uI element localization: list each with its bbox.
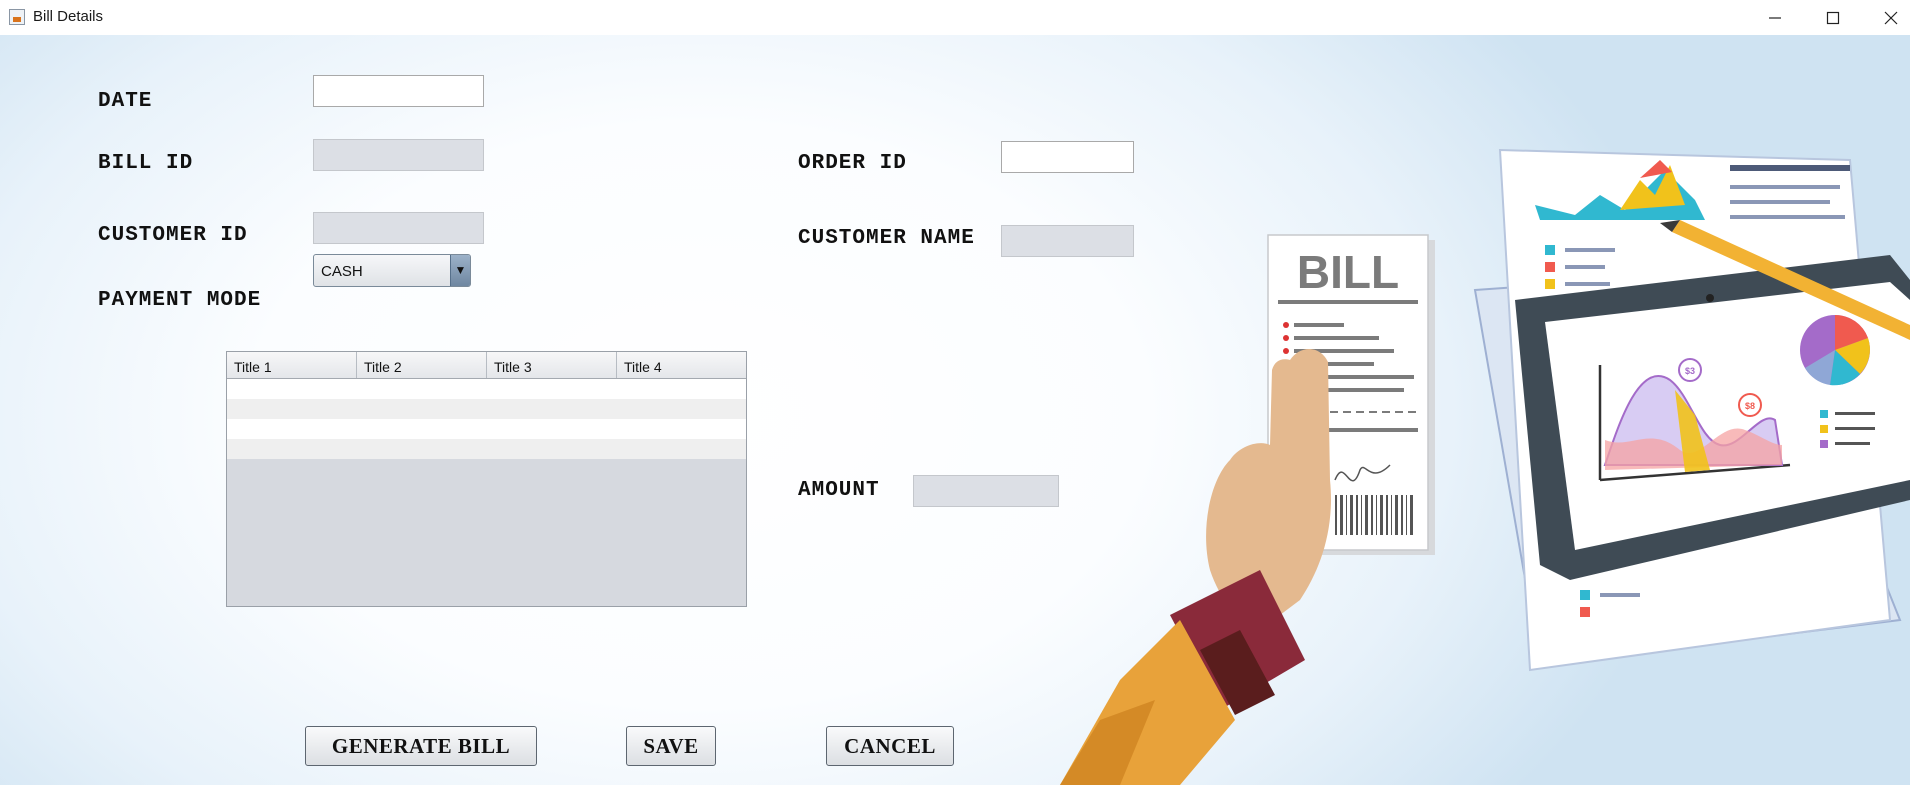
legend-swatch	[1580, 607, 1590, 617]
legend-text-line	[1565, 248, 1615, 252]
title-bar: Bill Details	[0, 0, 1910, 35]
maximize-icon	[1826, 11, 1840, 24]
date-input[interactable]	[313, 75, 484, 107]
table-header: Title 1 Title 2 Title 3 Title 4	[227, 352, 746, 379]
legend-swatch	[1580, 590, 1590, 600]
table-row[interactable]	[227, 399, 746, 419]
bill-items-table[interactable]: Title 1 Title 2 Title 3 Title 4	[226, 351, 747, 607]
report-text-line	[1730, 185, 1840, 189]
customer-id-label: CUSTOMER ID	[98, 224, 248, 247]
date-label: DATE	[98, 90, 153, 113]
table-row[interactable]	[227, 419, 746, 439]
customer-id-field[interactable]	[313, 212, 484, 244]
payment-mode-label: PAYMENT MODE	[98, 289, 262, 312]
cancel-button[interactable]: CANCEL	[826, 726, 954, 766]
report-heading-line	[1730, 165, 1850, 171]
legend-text-line	[1835, 412, 1875, 415]
payment-mode-select[interactable]: CASH ▼	[313, 254, 471, 287]
bill-bullet	[1283, 348, 1289, 354]
bill-id-label: BILL ID	[98, 152, 194, 175]
report-text-line	[1730, 215, 1845, 219]
amount-field[interactable]	[913, 475, 1059, 507]
legend-swatch	[1545, 262, 1555, 272]
customer-name-label: CUSTOMER NAME	[798, 227, 975, 250]
amount-label: AMOUNT	[798, 479, 880, 502]
legend-text-line	[1600, 593, 1640, 597]
generate-bill-button[interactable]: GENERATE BILL	[305, 726, 537, 766]
bill-line	[1294, 336, 1379, 340]
bill-bullet	[1283, 335, 1289, 341]
legend-swatch	[1820, 425, 1828, 433]
payment-mode-value: CASH	[321, 263, 363, 280]
maximize-button[interactable]	[1810, 0, 1856, 35]
window-title: Bill Details	[33, 8, 104, 25]
table-row[interactable]	[227, 439, 746, 459]
column-header[interactable]: Title 4	[617, 352, 746, 378]
column-header[interactable]: Title 3	[487, 352, 617, 378]
legend-swatch	[1545, 245, 1555, 255]
legend-text-line	[1565, 265, 1605, 269]
legend-text-line	[1565, 282, 1610, 286]
tablet-camera	[1706, 294, 1714, 302]
table-row[interactable]	[227, 379, 746, 399]
billing-illustration: $3 $8 BILL	[1060, 148, 1910, 785]
save-button[interactable]: SAVE	[626, 726, 716, 766]
column-header[interactable]: Title 2	[357, 352, 487, 378]
bill-heading: BILL	[1297, 246, 1399, 298]
bill-id-field[interactable]	[313, 139, 484, 171]
chart-marker-text: $3	[1685, 366, 1695, 376]
legend-swatch	[1820, 440, 1828, 448]
bill-line	[1294, 323, 1344, 327]
order-id-label: ORDER ID	[798, 152, 907, 175]
chart-marker-text: $8	[1745, 401, 1755, 411]
bill-bullet	[1283, 322, 1289, 328]
close-icon	[1884, 11, 1898, 24]
java-app-icon	[9, 9, 25, 25]
dropdown-arrow-icon[interactable]: ▼	[450, 255, 470, 286]
minimize-icon	[1769, 16, 1781, 19]
minimize-button[interactable]	[1752, 0, 1798, 35]
bill-form-panel: DATE BILL ID CUSTOMER ID PAYMENT MODE CA…	[0, 35, 1910, 785]
column-header[interactable]: Title 1	[227, 352, 357, 378]
legend-text-line	[1835, 442, 1870, 445]
report-text-line	[1730, 200, 1830, 204]
legend-swatch	[1820, 410, 1828, 418]
bill-separator	[1278, 300, 1418, 304]
legend-text-line	[1835, 427, 1875, 430]
close-button[interactable]	[1868, 0, 1910, 35]
legend-swatch	[1545, 279, 1555, 289]
